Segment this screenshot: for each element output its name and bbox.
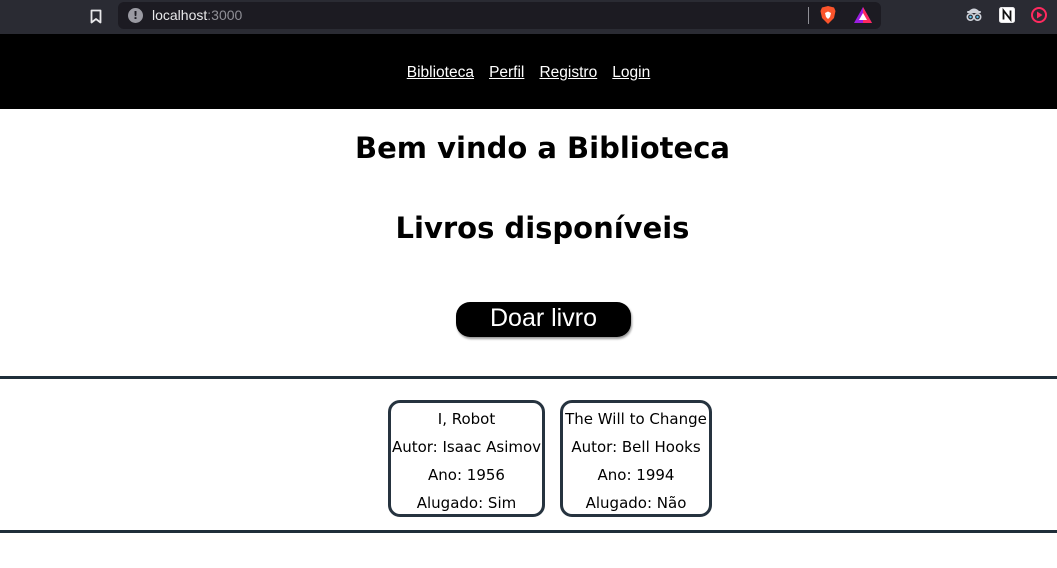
donate-book-button[interactable]: Doar livro [456, 302, 631, 337]
url-host: localhost [152, 7, 208, 23]
book-author: Autor: Bell Hooks [571, 438, 701, 456]
nav-link-registro[interactable]: Registro [539, 64, 597, 81]
info-icon[interactable]: ! [128, 8, 143, 23]
address-bar[interactable]: ! localhost:3000 [118, 2, 881, 29]
book-rented: Alugado: Não [585, 494, 687, 512]
url-text[interactable]: localhost:3000 [152, 6, 242, 24]
book-card: I, Robot Autor: Isaac Asimov Ano: 1956 A… [388, 400, 545, 517]
section-title: Livros disponíveis [395, 211, 690, 245]
divider-top [0, 376, 1057, 379]
book-year: Ano: 1956 [428, 466, 505, 484]
book-year: Ano: 1994 [597, 466, 675, 484]
url-port: :3000 [207, 7, 243, 23]
nav-link-biblioteca[interactable]: Biblioteca [407, 64, 474, 81]
book-author: Autor: Isaac Asimov [391, 438, 542, 456]
url-separator [808, 7, 809, 24]
book-title: I, Robot [437, 410, 496, 428]
brave-rewards-icon[interactable] [853, 5, 873, 25]
bookmark-icon[interactable] [86, 7, 106, 25]
book-title: The Will to Change [565, 410, 707, 428]
book-rented: Alugado: Sim [416, 494, 517, 512]
page-title: Bem vindo a Biblioteca [355, 131, 730, 165]
nav-link-login[interactable]: Login [612, 64, 650, 81]
spy-extension-icon[interactable] [964, 5, 984, 25]
book-card: The Will to Change Autor: Bell Hooks Ano… [560, 400, 712, 517]
nav-links: Biblioteca Perfil Registro Login [0, 62, 1057, 82]
notion-extension-icon[interactable] [997, 5, 1017, 25]
browser-toolbar: ! localhost:3000 [0, 0, 1057, 34]
site-navbar: Biblioteca Perfil Registro Login [0, 34, 1057, 109]
divider-bottom [0, 530, 1057, 533]
nav-link-perfil[interactable]: Perfil [489, 64, 524, 81]
cast-extension-icon[interactable] [1029, 5, 1049, 25]
brave-shield-icon[interactable] [819, 5, 837, 25]
